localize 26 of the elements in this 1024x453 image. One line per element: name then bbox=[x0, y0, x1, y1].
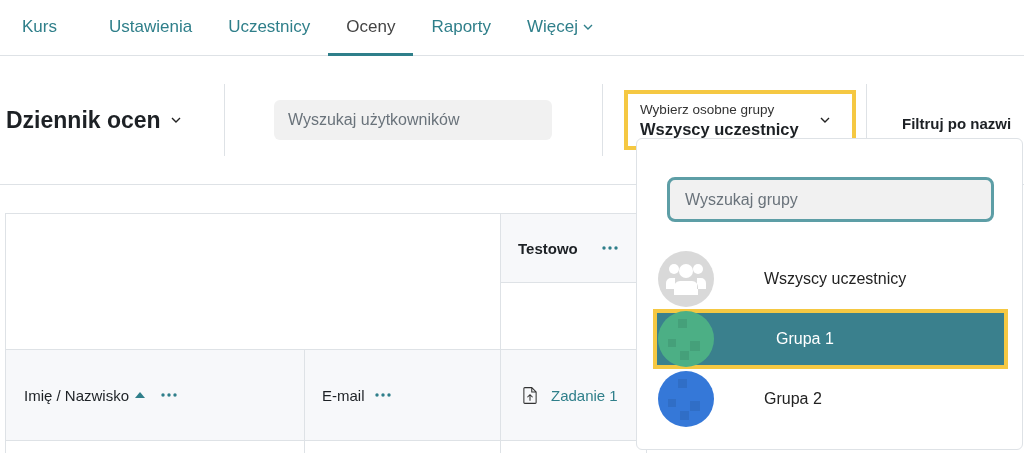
file-upload-icon bbox=[523, 385, 537, 405]
group-avatar-icon bbox=[658, 251, 714, 307]
more-icon[interactable] bbox=[601, 246, 618, 250]
nav-tab[interactable]: Oceny bbox=[328, 0, 414, 56]
group-option[interactable]: Grupa 2 bbox=[637, 369, 1006, 429]
search-field[interactable]: Wyszukaj użytkowników bbox=[274, 100, 552, 140]
filter-label: Filtruj po nazwi bbox=[902, 114, 1012, 132]
column-header[interactable]: E-mail bbox=[322, 386, 365, 404]
group-option[interactable]: Grupa 1 bbox=[653, 309, 1008, 369]
caret-icon[interactable] bbox=[170, 117, 181, 123]
caret-icon bbox=[820, 117, 830, 123]
page-title: Dziennik ocen bbox=[6, 106, 161, 134]
sort-up-icon[interactable] bbox=[135, 392, 146, 398]
category-title: Testowo bbox=[518, 239, 578, 257]
column-header[interactable]: Imię / Nazwisko bbox=[24, 386, 130, 404]
nav-tab[interactable]: Kurs bbox=[22, 0, 75, 56]
assignment-link[interactable]: Zadanie 1 bbox=[551, 386, 618, 404]
nav-tab[interactable]: Ustawienia bbox=[90, 0, 211, 56]
caret-icon bbox=[583, 23, 593, 30]
nav-tab[interactable]: Więcej bbox=[509, 0, 611, 56]
search-field[interactable]: Wyszukaj grupy bbox=[667, 177, 994, 222]
more-icon[interactable] bbox=[374, 393, 391, 397]
group-option[interactable]: Wszyscy uczestnicy bbox=[637, 249, 1006, 309]
nav-tab[interactable]: Raporty bbox=[413, 0, 509, 56]
nav-tab[interactable]: Uczestnicy bbox=[210, 0, 329, 56]
more-icon[interactable] bbox=[161, 393, 178, 397]
